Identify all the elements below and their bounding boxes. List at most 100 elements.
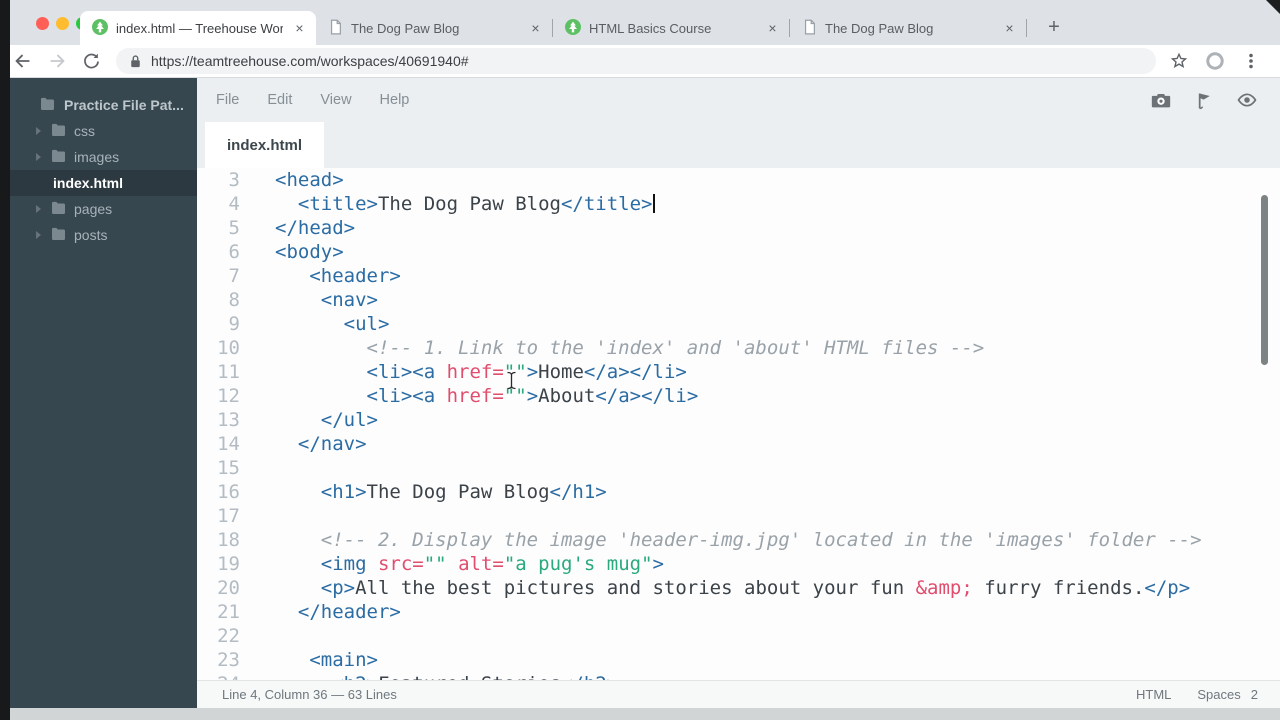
line-content: <li><a href="">About</a></li> [240,384,698,408]
code-line-5[interactable]: 5</head> [197,216,1280,240]
camera-icon [1150,89,1172,111]
sidebar-item-label: pages [74,201,112,217]
sidebar-item-posts[interactable]: posts [10,222,197,248]
url-field[interactable]: https://teamtreehouse.com/workspaces/406… [116,48,1156,74]
back-button[interactable] [10,48,36,74]
sidebar-item-label: css [74,123,95,139]
browser-tab-2[interactable]: The Dog Paw Blog× [316,11,552,45]
sidebar-item-label: posts [74,227,107,243]
line-content: </ul> [240,408,378,432]
menu-file[interactable]: File [216,92,239,108]
tab-close-button[interactable]: × [1001,20,1018,37]
code-line-7[interactable]: 7 <header> [197,264,1280,288]
sidebar-item-css[interactable]: css [10,118,197,144]
tab-close-button[interactable]: × [764,20,781,37]
code-token: alt= [458,553,504,575]
browser-menu-button[interactable] [1238,48,1264,74]
code-line-14[interactable]: 14 </nav> [197,432,1280,456]
line-number: 8 [197,288,240,312]
reload-button[interactable] [78,48,104,74]
document-favicon-icon [802,19,817,38]
code-line-10[interactable]: 10 <!-- 1. Link to the 'index' and 'abou… [197,336,1280,360]
code-editor[interactable]: 3<head>4 <title>The Dog Paw Blog</title>… [197,168,1280,680]
chevron-right-icon[interactable] [36,205,41,213]
line-number: 15 [197,456,240,480]
forward-button[interactable] [44,48,70,74]
preview-button[interactable] [1236,89,1258,111]
editor-tab-index-html[interactable]: index.html [205,122,324,168]
line-content: <head> [240,168,344,192]
line-number: 12 [197,384,240,408]
code-line-12[interactable]: 12 <li><a href="">About</a></li> [197,384,1280,408]
tab-close-button[interactable]: × [527,20,544,37]
window-minimize-button[interactable] [56,17,69,30]
fork-flag-button[interactable] [1193,89,1215,111]
editor-scrollbar-thumb[interactable] [1261,195,1268,365]
chevron-right-icon[interactable] [36,231,41,239]
sidebar-root-folder[interactable]: Practice File Pat... [10,92,197,118]
code-line-24[interactable]: 24 <h2>Featured Stories</h2> [197,672,1280,680]
new-tab-button[interactable]: + [1040,13,1068,41]
code-token: </a></li> [584,361,687,383]
window-close-button[interactable] [36,17,49,30]
line-content: <nav> [240,288,378,312]
chevron-right-icon[interactable] [36,127,41,135]
code-line-11[interactable]: 11 <li><a href="">Home</a></li> [197,360,1280,384]
text-cursor [653,194,655,213]
browser-tab-3[interactable]: HTML Basics Course× [553,11,789,45]
sidebar-item-index-html[interactable]: index.html [10,170,197,196]
code-line-13[interactable]: 13 </ul> [197,408,1280,432]
browser-tabs: index.html — Treehouse Works×The Dog Paw… [80,11,1027,45]
address-bar: https://teamtreehouse.com/workspaces/406… [0,45,1280,78]
screen-edge [0,0,10,720]
editor-tab-strip: index.html [197,122,1280,168]
code-line-3[interactable]: 3<head> [197,168,1280,192]
sidebar-item-pages[interactable]: pages [10,196,197,222]
sidebar-item-images[interactable]: images [10,144,197,170]
code-line-23[interactable]: 23 <main> [197,648,1280,672]
code-token: <nav> [275,289,378,311]
code-line-17[interactable]: 17 [197,504,1280,528]
code-line-15[interactable]: 15 [197,456,1280,480]
menu-help[interactable]: Help [380,92,410,108]
code-line-4[interactable]: 4 <title>The Dog Paw Blog</title> [197,192,1280,216]
tab-title: index.html — Treehouse Works [116,21,283,36]
line-content: <h2>Featured Stories</h2> [240,672,618,680]
line-number: 7 [197,264,240,288]
code-line-20[interactable]: 20 <p>All the best pictures and stories … [197,576,1280,600]
code-token: <li><a [275,361,447,383]
code-line-8[interactable]: 8 <nav> [197,288,1280,312]
browser-tab-1[interactable]: index.html — Treehouse Works × [80,11,316,45]
code-line-22[interactable]: 22 [197,624,1280,648]
tab-close-button[interactable]: × [291,20,308,37]
line-number: 24 [197,672,240,680]
code-line-19[interactable]: 19 <img src="" alt="a pug's mug"> [197,552,1280,576]
line-content: <p>All the best pictures and stories abo… [240,576,1190,600]
browser-tab-4[interactable]: The Dog Paw Blog× [790,11,1026,45]
chevron-right-icon[interactable] [36,153,41,161]
code-token: src= [378,553,424,575]
menu-edit[interactable]: Edit [267,92,292,108]
snapshot-button[interactable] [1150,89,1172,111]
flag-icon [1194,90,1215,111]
code-token: <body> [275,241,344,263]
code-area: 3<head>4 <title>The Dog Paw Blog</title>… [197,168,1280,680]
bottom-strip [0,708,1280,720]
code-line-18[interactable]: 18 <!-- 2. Display the image 'header-img… [197,528,1280,552]
menu-view[interactable]: View [320,92,351,108]
status-mode[interactable]: HTML [1136,687,1171,702]
code-line-9[interactable]: 9 <ul> [197,312,1280,336]
line-number: 23 [197,648,240,672]
line-number: 16 [197,480,240,504]
code-line-6[interactable]: 6 <body> [197,240,1280,264]
line-number: 18 [197,528,240,552]
code-token: "a pug's mug" [504,553,653,575]
status-indent-label: Spaces [1197,687,1240,702]
browser-chrome: index.html — Treehouse Works×The Dog Paw… [0,0,1280,78]
profile-avatar[interactable] [1202,48,1228,74]
bookmark-star-button[interactable] [1166,48,1192,74]
status-indent[interactable]: Spaces 2 [1197,687,1258,702]
code-line-21[interactable]: 21 </header> [197,600,1280,624]
code-line-16[interactable]: 16 <h1>The Dog Paw Blog</h1> [197,480,1280,504]
line-number: 6 [197,240,240,264]
